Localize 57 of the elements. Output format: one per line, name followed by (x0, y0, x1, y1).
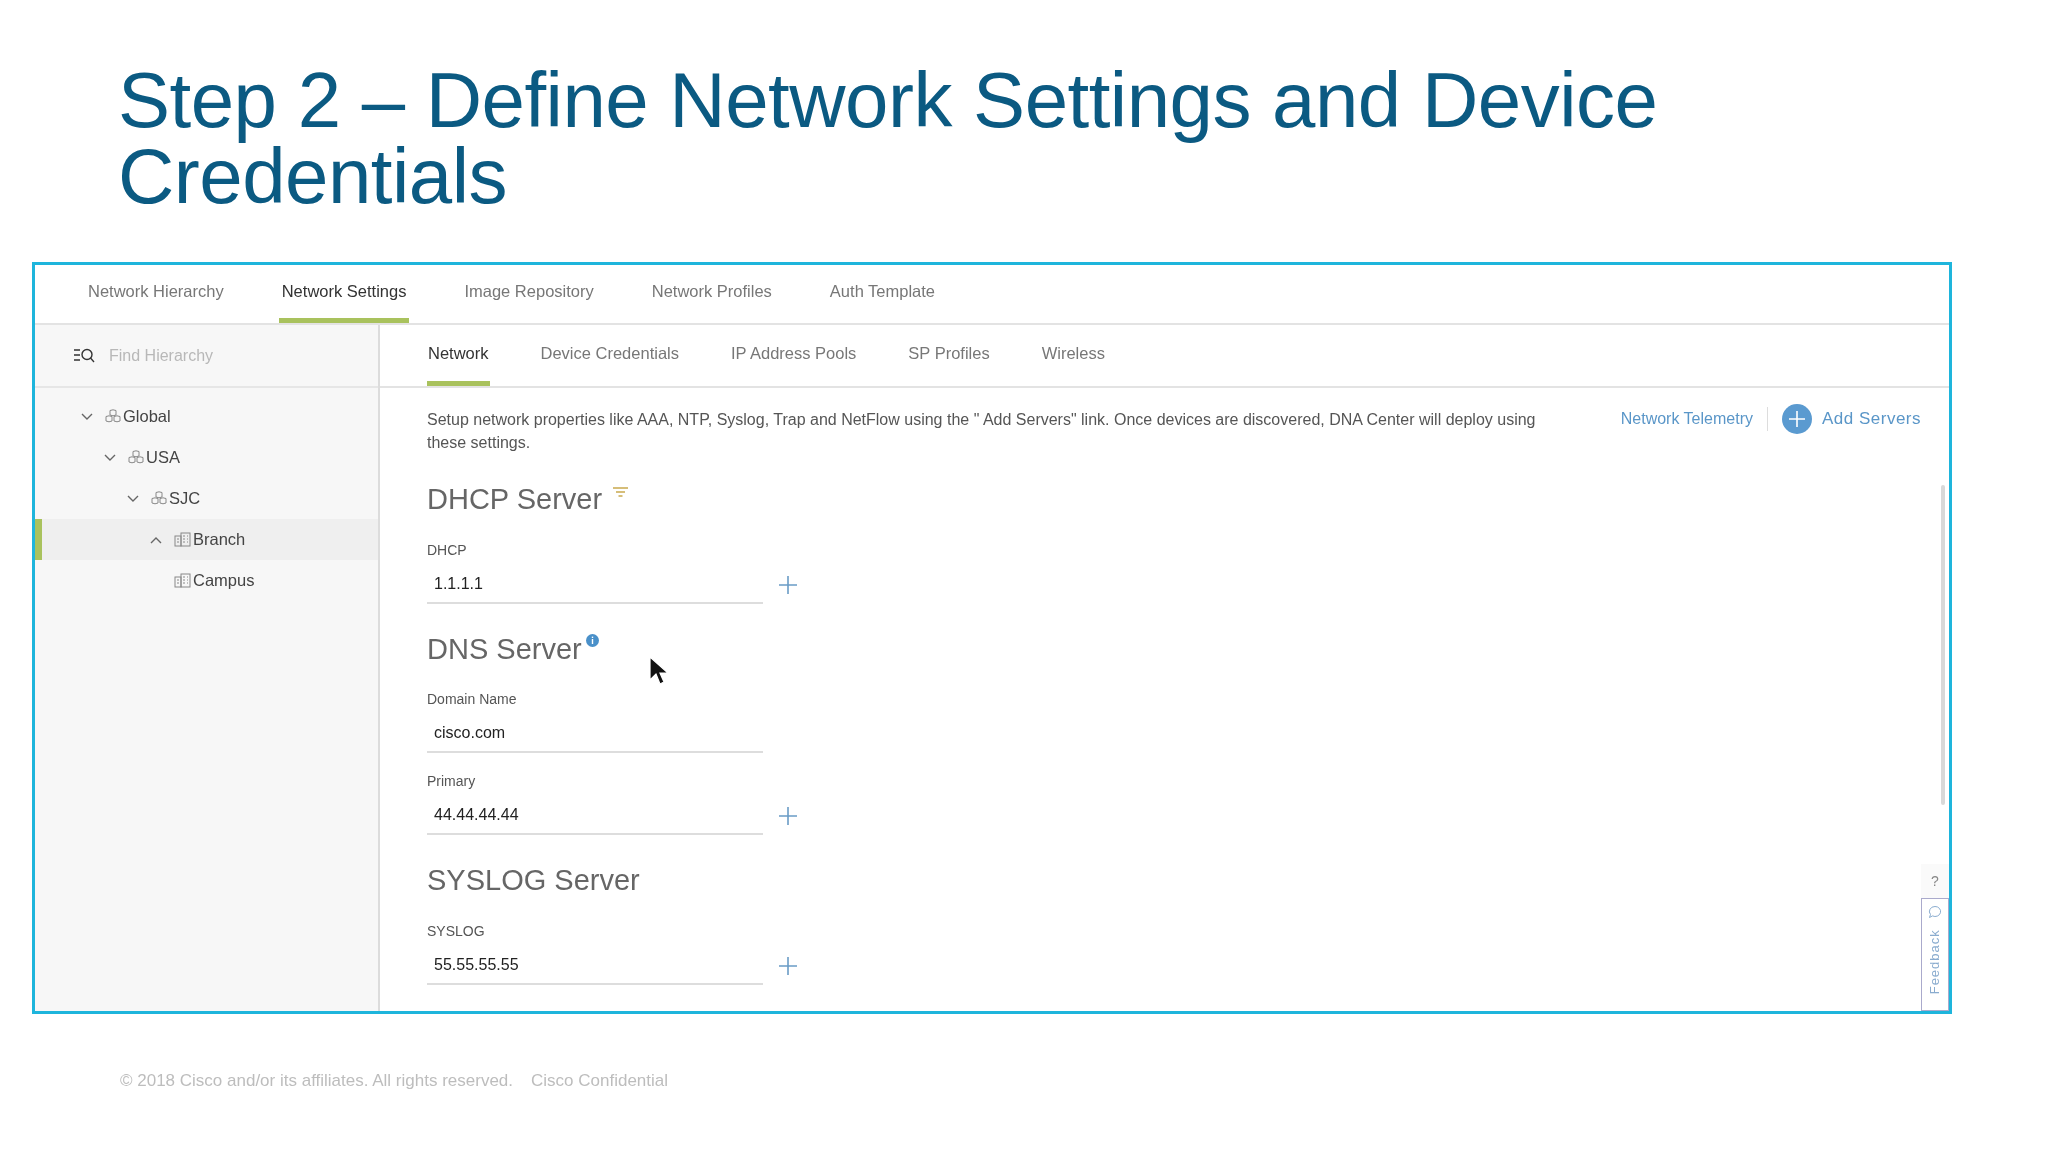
add-icon[interactable] (778, 574, 798, 595)
tab[interactable]: Network Hierarchy (85, 265, 227, 323)
add-icon[interactable] (778, 806, 798, 826)
tree-label: Global (123, 406, 171, 428)
cluster-icon (151, 490, 167, 507)
caret-icon[interactable] (104, 453, 116, 462)
search-icon (73, 348, 95, 363)
speech-bubble-icon (1928, 905, 1942, 919)
section-heading: SYSLOG Server (427, 863, 640, 898)
tree-item[interactable]: USA (35, 437, 378, 478)
field-label: SYSLOG (427, 921, 485, 941)
tree-label: USA (146, 447, 180, 469)
building-icon (174, 532, 191, 547)
feedback-tab[interactable]: Feedback (1921, 898, 1949, 1011)
subtab[interactable]: Network (427, 325, 490, 386)
tree-item[interactable]: SJC (35, 478, 378, 519)
tab[interactable]: Network Profiles (648, 265, 775, 323)
feedback-label: Feedback (1926, 929, 1944, 995)
tree-label: Campus (193, 570, 255, 592)
field-label: DHCP (427, 540, 467, 560)
text-field[interactable]: 44.44.44.44 (427, 797, 763, 835)
tab[interactable]: Image Repository (461, 265, 597, 323)
field-label: Domain Name (427, 690, 517, 709)
help-button[interactable]: ? (1921, 864, 1949, 898)
text-field[interactable]: 55.55.55.55 (427, 946, 763, 985)
tree-item[interactable]: Campus (35, 560, 378, 601)
subtab[interactable]: IP Address Pools (730, 325, 858, 386)
add-icon[interactable] (778, 955, 798, 976)
search-field[interactable]: Find Hierarchy (109, 343, 329, 368)
filter-icon[interactable] (612, 486, 630, 498)
cluster-icon (105, 408, 121, 425)
tree-label: SJC (169, 488, 201, 510)
copyright-text: © 2018 Cisco and/or its affiliates. All rights reserved. (120, 1070, 513, 1092)
caret-icon[interactable] (81, 412, 93, 421)
confidential-text: Cisco Confidential (531, 1070, 669, 1092)
tab[interactable]: Auth Template (826, 265, 939, 323)
text-field[interactable]: cisco.com (427, 715, 763, 753)
building-icon (174, 573, 191, 588)
tree-item[interactable]: Global (35, 396, 378, 437)
description-text: Setup network properties like AAA, NTP, Syslog, Trap and NetFlow using the " Add Servers" link. Once devices are discovered, DNA Center will deploy using these settings. (427, 410, 1537, 453)
add-servers-button[interactable]: Add Servers (1781, 404, 1921, 434)
section-heading: DNS Server (427, 631, 582, 667)
text-field[interactable]: 1.1.1.1 (427, 565, 763, 604)
caret-icon[interactable] (150, 535, 162, 544)
info-icon[interactable] (585, 633, 599, 647)
tree-item[interactable]: Branch (35, 519, 378, 560)
subtab[interactable]: SP Profiles (907, 325, 991, 386)
subtab[interactable]: Wireless (1040, 325, 1106, 386)
field-label: Primary (427, 772, 476, 791)
tree-label: Branch (193, 529, 246, 551)
cluster-icon (128, 449, 144, 466)
slide-title: Step 2 – Define Network Settings and Device Credentials (118, 62, 1659, 214)
section-heading: DHCP Server (427, 482, 603, 517)
plus-icon (1781, 404, 1812, 434)
telemetry-link[interactable]: Network Telemetry (1620, 407, 1753, 431)
subtab[interactable]: Device Credentials (539, 325, 680, 386)
caret-icon[interactable] (127, 494, 139, 503)
